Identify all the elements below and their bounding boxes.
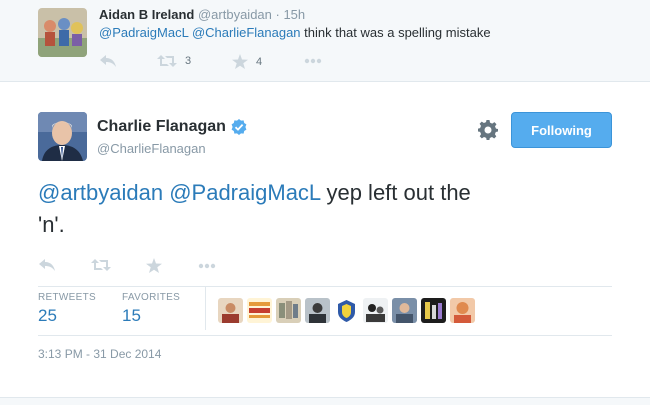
reply-icon — [39, 259, 55, 271]
handle[interactable]: @CharlieFlanagan — [97, 141, 206, 156]
verified-badge-icon — [231, 119, 247, 135]
more-button[interactable] — [304, 58, 322, 64]
gear-icon[interactable] — [478, 120, 498, 140]
tweet-header: Aidan B Ireland @artbyaidan · 15h — [99, 7, 305, 22]
retweet-button[interactable] — [91, 258, 111, 272]
display-name[interactable]: Charlie Flanagan — [97, 118, 247, 136]
favorite-count: 4 — [256, 55, 263, 68]
divider — [38, 335, 612, 336]
divider — [38, 286, 612, 287]
reply-button[interactable] — [99, 54, 117, 68]
stat-label: FAVORITES — [122, 292, 181, 303]
avatar[interactable] — [276, 298, 301, 323]
tweet-actions — [38, 258, 238, 276]
following-button[interactable]: Following — [511, 112, 612, 148]
avatar[interactable] — [218, 298, 243, 323]
reply-button[interactable] — [38, 258, 56, 272]
footer-strip — [0, 397, 650, 405]
reply-icon — [100, 55, 116, 67]
more-button[interactable] — [198, 263, 216, 269]
tweet-text: @PadraigMacL @CharlieFlanagan think that… — [99, 25, 491, 40]
divider — [205, 286, 206, 330]
avatar[interactable] — [38, 112, 87, 161]
more-icon — [304, 58, 322, 64]
display-name-text: Charlie Flanagan — [97, 118, 226, 135]
mention-link[interactable]: @PadraigMacL — [99, 25, 188, 40]
favorite-icon — [232, 54, 248, 69]
more-icon — [198, 263, 216, 269]
favorites-count: 15 — [122, 306, 141, 325]
avatar[interactable] — [247, 298, 272, 323]
favorites-stat[interactable]: FAVORITES 15 — [122, 292, 180, 326]
retweet-icon — [157, 55, 177, 67]
avatar[interactable] — [450, 298, 475, 323]
display-name[interactable]: Aidan B Ireland — [99, 7, 194, 22]
main-tweet: Charlie Flanagan @CharlieFlanagan Follow… — [0, 83, 650, 405]
favorite-button[interactable] — [146, 258, 162, 273]
avatar[interactable] — [305, 298, 330, 323]
tweet-text: @artbyaidan @PadraigMacL yep left out th… — [38, 177, 488, 241]
retweets-count: 25 — [38, 306, 57, 325]
avatar[interactable] — [334, 298, 359, 323]
favoriters-avatars — [218, 298, 475, 323]
mention-link[interactable]: @PadraigMacL — [169, 180, 320, 205]
avatar[interactable] — [38, 8, 87, 57]
stat-label: RETWEETS — [38, 292, 96, 303]
previous-tweet: Aidan B Ireland @artbyaidan · 15h @Padra… — [0, 0, 650, 82]
mention-link[interactable]: @artbyaidan — [38, 180, 163, 205]
retweet-button[interactable]: 3 — [157, 54, 191, 68]
retweet-icon — [91, 259, 111, 271]
avatar[interactable] — [421, 298, 446, 323]
avatar[interactable] — [363, 298, 388, 323]
avatar[interactable] — [392, 298, 417, 323]
tweet-body: think that was a spelling mistake — [300, 25, 491, 40]
retweet-count: 3 — [185, 55, 192, 67]
timestamp[interactable]: 3:13 PM - 31 Dec 2014 — [38, 347, 161, 361]
favorite-button[interactable]: 4 — [232, 54, 262, 69]
mention-link[interactable]: @CharlieFlanagan — [192, 25, 301, 40]
favorite-icon — [146, 258, 162, 273]
retweets-stat[interactable]: RETWEETS 25 — [38, 292, 96, 326]
handle-time[interactable]: @artbyaidan · 15h — [198, 7, 305, 22]
